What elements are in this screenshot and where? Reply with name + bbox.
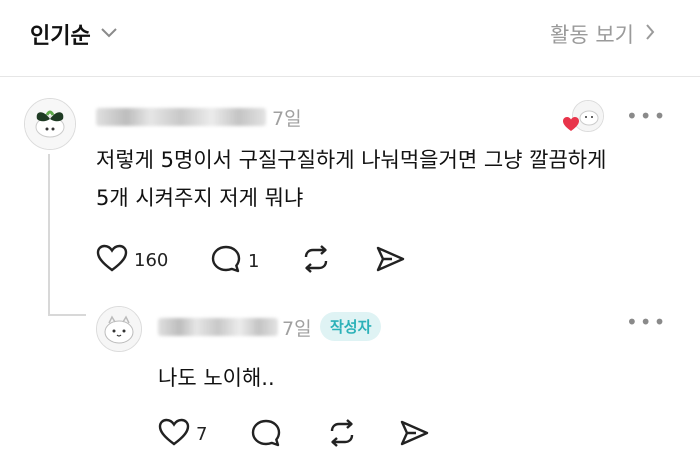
reply-comment-button[interactable] xyxy=(250,418,282,452)
share-send-icon[interactable] xyxy=(374,244,406,278)
sort-label: 인기순 xyxy=(30,24,91,49)
comment-text-line1: 저렇게 5명이서 구질구질하게 나눠먹을거면 그냥 깔끔하게 xyxy=(96,148,607,172)
comment-text-line2: 5개 시켜주지 저게 뭐냐 xyxy=(96,186,304,210)
reply-repost-icon[interactable] xyxy=(326,418,358,452)
speech-bubble-icon xyxy=(210,244,242,278)
header-divider xyxy=(0,76,700,77)
commenter-username-blurred[interactable] xyxy=(96,108,266,126)
activity-view-link[interactable]: 활동 보기 xyxy=(550,14,656,54)
sort-dropdown[interactable]: 인기순 xyxy=(30,14,119,54)
comment-reply-button[interactable]: 1 xyxy=(210,244,259,278)
thread-line-horizontal xyxy=(48,314,86,316)
reply-time: 7일 xyxy=(282,318,312,340)
commenter-avatar[interactable] xyxy=(24,98,76,150)
comment-like-button[interactable]: 160 xyxy=(96,244,168,276)
comment-reply-count: 1 xyxy=(248,250,260,272)
chevron-right-icon xyxy=(644,22,656,46)
reply-author-avatar[interactable] xyxy=(96,306,142,352)
heart-icon xyxy=(158,418,190,450)
reply-author-username-blurred[interactable] xyxy=(158,318,278,336)
thread-line-vertical xyxy=(48,154,50,314)
repost-icon[interactable] xyxy=(300,244,332,278)
activity-label: 활동 보기 xyxy=(550,23,634,47)
reply-text: 나도 노이해.. xyxy=(158,366,275,390)
comment-time: 7일 xyxy=(272,108,302,130)
heart-badge-icon xyxy=(562,116,580,136)
heart-icon xyxy=(96,244,128,276)
reply-like-count: 7 xyxy=(196,423,208,445)
comment-more-button[interactable]: ••• xyxy=(626,104,667,128)
reply-more-button[interactable]: ••• xyxy=(626,310,667,334)
reply-share-send-icon[interactable] xyxy=(398,418,430,452)
reply-like-button[interactable]: 7 xyxy=(158,418,207,450)
chevron-down-icon xyxy=(99,25,119,44)
comment-like-count: 160 xyxy=(134,249,169,271)
author-badge: 작성자 xyxy=(320,312,382,341)
